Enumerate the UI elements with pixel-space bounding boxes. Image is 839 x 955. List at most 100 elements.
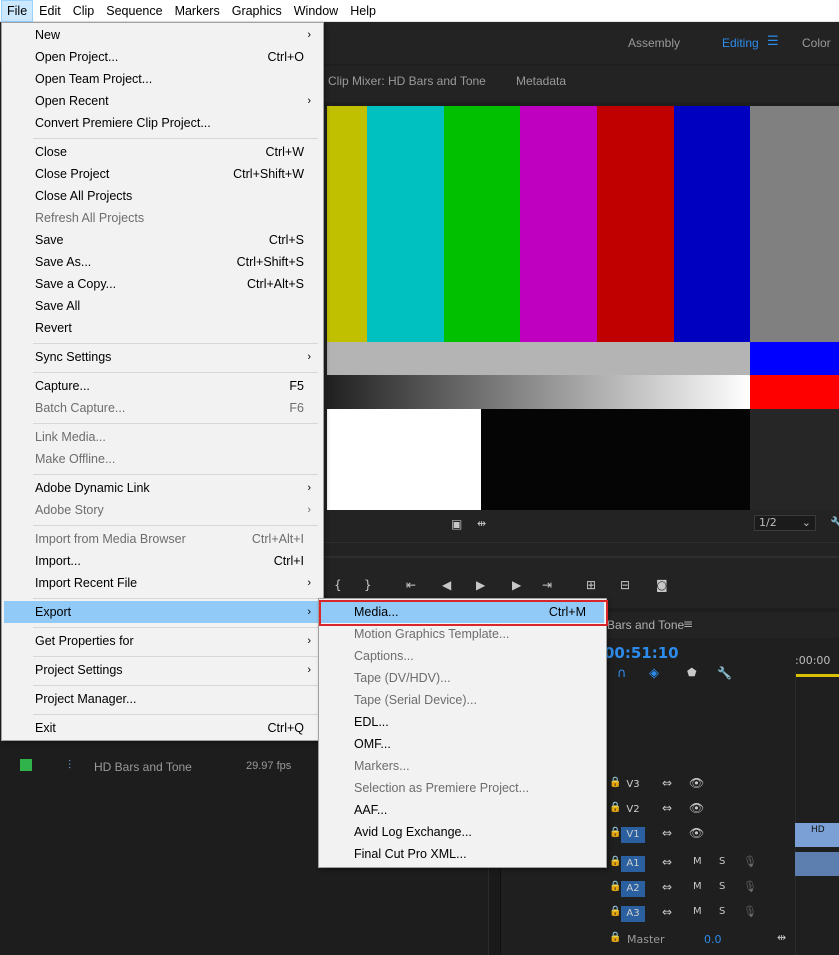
menu-item-save[interactable]: Save Ctrl+S (4, 229, 321, 251)
lock-icon[interactable]: 🔒 (609, 906, 621, 917)
menu-item-save-as[interactable]: Save As... Ctrl+Shift+S (4, 251, 321, 273)
eye-icon[interactable]: 👁 (689, 801, 704, 815)
solo-icon[interactable]: S (719, 881, 725, 892)
menu-item-adobe-story[interactable]: Adobe Story › (4, 499, 321, 521)
lock-icon[interactable]: 🔒 (609, 827, 621, 838)
eye-icon[interactable]: 👁 (689, 776, 704, 790)
mute-icon[interactable]: M (693, 856, 702, 867)
mute-icon[interactable]: M (693, 906, 702, 917)
time-ruler[interactable] (320, 542, 839, 564)
track-label[interactable]: A1 (621, 856, 645, 872)
label-color-swatch[interactable] (20, 759, 32, 771)
workspace-assembly[interactable]: Assembly (628, 36, 680, 50)
camera-icon[interactable]: ◙ (656, 578, 668, 592)
lock-icon[interactable]: 🔒 (609, 932, 621, 943)
mark-in-icon[interactable]: { (334, 578, 342, 592)
menu-item-tape-dv-hdv[interactable]: Tape (DV/HDV)... (321, 667, 604, 689)
menu-item-selection-as-premiere-project[interactable]: Selection as Premiere Project... (321, 777, 604, 799)
menu-clip[interactable]: Clip (67, 0, 101, 22)
menu-item-project-manager[interactable]: Project Manager... (4, 688, 321, 710)
hamburger-icon[interactable]: ☰ (767, 34, 779, 49)
menu-item-new[interactable]: New › (4, 24, 321, 46)
menu-item-avid-log-exchange[interactable]: Avid Log Exchange... (321, 821, 604, 843)
menu-item-open-recent[interactable]: Open Recent › (4, 90, 321, 112)
menu-item-edl[interactable]: EDL... (321, 711, 604, 733)
marker-icon[interactable]: ⬟ (687, 666, 697, 679)
timecode-display[interactable]: 00:51:10 (604, 644, 679, 662)
wrench-icon[interactable]: 🔧 (830, 516, 839, 530)
work-area-bar[interactable] (795, 674, 839, 677)
menu-item-tape-serial-device[interactable]: Tape (Serial Device)... (321, 689, 604, 711)
track-label[interactable]: V3 (621, 777, 645, 793)
sync-lock-icon[interactable]: ⇔ (662, 801, 672, 815)
magnet-icon[interactable]: ∩ (617, 666, 627, 681)
menu-file[interactable]: File (1, 0, 34, 22)
menu-window[interactable]: Window (288, 0, 344, 22)
step-back-icon[interactable]: ◀ (442, 578, 451, 592)
tab-clip-mixer[interactable]: Clip Mixer: HD Bars and Tone (328, 74, 486, 88)
audio-waveform-icon[interactable]: ⇹ (477, 517, 486, 530)
menu-item-final-cut-pro-xml[interactable]: Final Cut Pro XML... (321, 843, 604, 865)
menu-item-adobe-dynamic-link[interactable]: Adobe Dynamic Link › (4, 477, 321, 499)
linked-selection-icon[interactable]: ◈ (649, 666, 659, 681)
menu-item-omf[interactable]: OMF... (321, 733, 604, 755)
menu-item-make-offline[interactable]: Make Offline... (4, 448, 321, 470)
menu-item-import[interactable]: Import... Ctrl+I (4, 550, 321, 572)
menu-item-motion-graphics-template[interactable]: Motion Graphics Template... (321, 623, 604, 645)
menu-item-save-all[interactable]: Save All (4, 295, 321, 317)
menu-item-aaf[interactable]: AAF... (321, 799, 604, 821)
menu-item-exit[interactable]: Exit Ctrl+Q (4, 717, 321, 739)
video-clip[interactable]: HD (795, 823, 839, 847)
timeline-tab[interactable]: Bars and Tone (607, 618, 684, 632)
master-volume[interactable]: 0.0 (704, 933, 722, 946)
resolution-select[interactable]: 1/2 ⌄ (754, 515, 816, 531)
menu-item-import-from-media-browser[interactable]: Import from Media Browser Ctrl+Alt+I (4, 528, 321, 550)
menu-item-import-recent-file[interactable]: Import Recent File › (4, 572, 321, 594)
tab-metadata[interactable]: Metadata (516, 74, 566, 88)
mark-out-icon[interactable]: } (364, 578, 372, 592)
menu-item-markers[interactable]: Markers... (321, 755, 604, 777)
track-label[interactable]: V2 (621, 802, 645, 818)
sync-lock-icon[interactable]: ⇔ (662, 880, 672, 894)
microphone-icon[interactable]: 🎙 (743, 855, 757, 868)
go-to-out-icon[interactable]: ⇥ (542, 578, 552, 592)
workspace-color[interactable]: Color (802, 36, 831, 50)
sync-lock-icon[interactable]: ⇔ (662, 905, 672, 919)
menu-item-project-settings[interactable]: Project Settings › (4, 659, 321, 681)
menu-item-export[interactable]: Export › (4, 601, 321, 623)
menu-item-revert[interactable]: Revert (4, 317, 321, 339)
track-label[interactable]: A3 (621, 906, 645, 922)
menu-item-close[interactable]: Close Ctrl+W (4, 141, 321, 163)
lock-icon[interactable]: 🔒 (609, 802, 621, 813)
track-label[interactable]: V1 (621, 827, 645, 843)
insert-icon[interactable]: ⊞ (586, 578, 596, 592)
menu-item-sync-settings[interactable]: Sync Settings › (4, 346, 321, 368)
menu-item-link-media[interactable]: Link Media... (4, 426, 321, 448)
eye-icon[interactable]: 👁 (689, 826, 704, 840)
track-label[interactable]: A2 (621, 881, 645, 897)
go-to-in-icon[interactable]: ⇤ (406, 578, 416, 592)
mute-icon[interactable]: M (693, 881, 702, 892)
panel-menu-icon[interactable]: ≡ (683, 617, 693, 631)
overwrite-icon[interactable]: ⊟ (620, 578, 630, 592)
play-icon[interactable]: ▶ (476, 578, 485, 592)
menu-edit[interactable]: Edit (33, 0, 67, 22)
microphone-icon[interactable]: 🎙 (743, 880, 757, 893)
menu-item-open-team-project[interactable]: Open Team Project... (4, 68, 321, 90)
menu-item-close-all-projects[interactable]: Close All Projects (4, 185, 321, 207)
menu-item-batch-capture[interactable]: Batch Capture... F6 (4, 397, 321, 419)
menu-item-refresh-all-projects[interactable]: Refresh All Projects (4, 207, 321, 229)
sync-lock-icon[interactable]: ⇔ (662, 776, 672, 790)
go-to-end-icon[interactable]: ⇹ (777, 931, 786, 944)
menu-item-save-a-copy[interactable]: Save a Copy... Ctrl+Alt+S (4, 273, 321, 295)
step-forward-icon[interactable]: ▶ (512, 578, 521, 592)
menu-item-open-project[interactable]: Open Project... Ctrl+O (4, 46, 321, 68)
safe-margins-icon[interactable]: ▣ (451, 517, 462, 531)
menu-item-captions[interactable]: Captions... (321, 645, 604, 667)
lock-icon[interactable]: 🔒 (609, 856, 621, 867)
workspace-editing[interactable]: Editing (722, 36, 759, 50)
menu-item-get-properties-for[interactable]: Get Properties for › (4, 630, 321, 652)
menu-item-capture[interactable]: Capture... F5 (4, 375, 321, 397)
menu-sequence[interactable]: Sequence (100, 0, 168, 22)
audio-clip[interactable] (795, 852, 839, 876)
